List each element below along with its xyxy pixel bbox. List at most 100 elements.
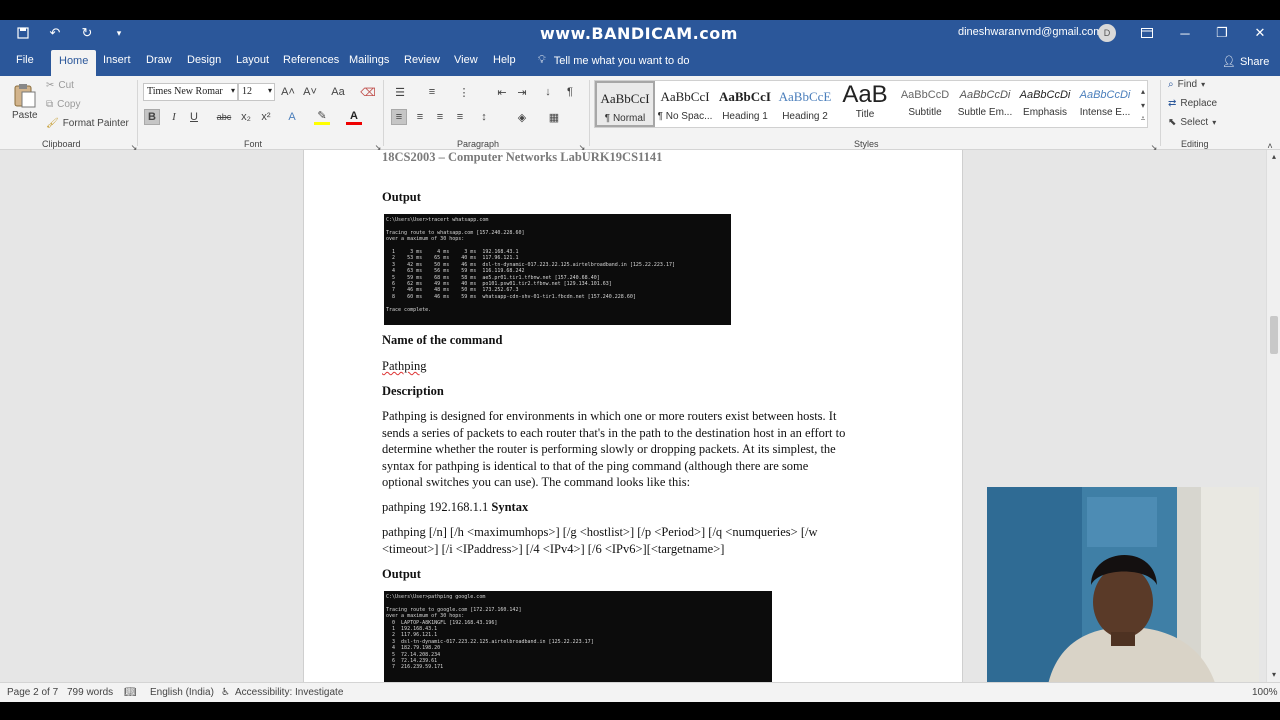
tab-review[interactable]: Review <box>404 54 440 66</box>
share-label: Share <box>1239 55 1270 68</box>
bold-icon[interactable]: B <box>144 109 160 125</box>
style-name: ¶ No Spac... <box>657 111 713 122</box>
italic-icon[interactable]: I <box>166 109 182 125</box>
word-count[interactable]: 799 words <box>67 687 113 698</box>
copy-label: Copy <box>57 99 81 110</box>
align-right-icon[interactable]: ≡ <box>432 109 448 125</box>
copy-button[interactable]: ⧉ Copy <box>46 99 81 110</box>
borders-icon[interactable]: ▦ <box>546 109 562 125</box>
find-button[interactable]: ⌕ Find ▾ <box>1168 79 1205 90</box>
font-name-value: Times New Romar <box>147 86 223 97</box>
tab-layout[interactable]: Layout <box>236 54 269 66</box>
style-no-spacing[interactable]: AaBbCcI ¶ No Spac... <box>655 81 715 127</box>
format-painter-button[interactable]: 🖌︎ Format Painter <box>46 118 129 129</box>
letterbox-top <box>0 0 1280 20</box>
close-icon[interactable]: ✕ <box>1250 24 1270 42</box>
style-name: Emphasis <box>1023 107 1067 118</box>
sort-icon[interactable]: ↓ <box>540 84 556 100</box>
style-name: Intense E... <box>1079 107 1131 118</box>
numbering-icon[interactable]: ≡ <box>424 84 440 100</box>
multilevel-list-icon[interactable]: ⋮ <box>456 84 472 100</box>
style-name: Subtitle <box>908 107 942 118</box>
change-case-icon[interactable]: Aa <box>330 84 346 100</box>
pilcrow-icon[interactable]: ¶ <box>562 84 578 100</box>
syntax-line: <timeout>] [/i <IPaddress>] [/4 <IPv4>] … <box>382 542 725 556</box>
styles-more-icon[interactable]: ⩡ <box>1135 111 1151 127</box>
tab-design[interactable]: Design <box>187 54 221 66</box>
chevron-down-icon[interactable]: ▾ <box>268 86 272 95</box>
style-preview: AaBbCcE <box>778 89 832 104</box>
tab-help[interactable]: Help <box>493 54 516 66</box>
scroll-thumb[interactable] <box>1270 316 1278 354</box>
font-name-box[interactable]: Times New Romar ▾ <box>143 83 238 101</box>
account-name[interactable]: dineshwaranvmd@gmail.com <box>958 26 1102 38</box>
document-page[interactable]: 18CS2003 – Computer Networks LabURK19CS1… <box>303 150 963 682</box>
style-heading-1[interactable]: AaBbCcI Heading 1 <box>715 81 775 127</box>
shading-icon[interactable]: ◈ <box>514 109 530 125</box>
decrease-indent-icon[interactable]: ⇤ <box>494 84 510 100</box>
superscript-icon[interactable]: x² <box>258 109 274 125</box>
proofing-icon[interactable]: 📖︎ <box>124 687 137 698</box>
style-normal[interactable]: AaBbCcI ¶ Normal <box>595 81 655 127</box>
cursor-icon: ⬉ <box>1168 117 1177 128</box>
minimize-icon[interactable]: ─ <box>1175 24 1195 42</box>
undo-icon[interactable]: ↶ <box>46 24 64 42</box>
tab-home[interactable]: Home <box>51 50 97 77</box>
tab-mailings[interactable]: Mailings <box>349 54 389 66</box>
tab-draw[interactable]: Draw <box>146 54 172 66</box>
chevron-down-icon: ▾ <box>1212 118 1217 127</box>
customize-qat-icon[interactable]: ▾ <box>110 24 128 42</box>
save-icon[interactable] <box>14 24 32 42</box>
grow-font-icon[interactable]: A˄ <box>280 84 296 100</box>
bandicam-watermark: www.BANDICAM.com <box>540 24 738 43</box>
chevron-down-icon[interactable]: ▾ <box>231 86 235 95</box>
separator <box>383 80 384 146</box>
font-size-box[interactable]: 12 ▾ <box>238 83 275 101</box>
justify-icon[interactable]: ≡ <box>452 109 468 125</box>
style-subtle-emphasis[interactable]: AaBbCcDi Subtle Em... <box>955 81 1015 127</box>
style-name: ¶ Normal <box>604 113 646 124</box>
cut-button[interactable]: ✂ Cut <box>46 80 74 91</box>
style-name: Subtle Em... <box>957 107 1013 118</box>
tab-view[interactable]: View <box>454 54 478 66</box>
font-color-icon[interactable]: A <box>346 109 362 125</box>
line-spacing-icon[interactable]: ↕ <box>476 109 492 125</box>
style-title[interactable]: AaB Title <box>835 81 895 127</box>
style-subtitle[interactable]: AaBbCcD Subtitle <box>895 81 955 127</box>
align-left-icon[interactable]: ≡ <box>391 109 407 125</box>
scroll-down-icon[interactable]: ▾ <box>1266 666 1280 682</box>
align-center-icon[interactable]: ≡ <box>412 109 428 125</box>
bullets-icon[interactable]: ☰ <box>392 84 408 100</box>
style-emphasis[interactable]: AaBbCcDi Emphasis <box>1015 81 1075 127</box>
highlight-icon[interactable]: ✎ <box>314 109 330 125</box>
strikethrough-icon[interactable]: abc <box>216 109 232 125</box>
style-intense-emphasis[interactable]: AaBbCcDi Intense E... <box>1075 81 1135 127</box>
text-effects-icon[interactable]: A <box>284 109 300 125</box>
increase-indent-icon[interactable]: ⇥ <box>514 84 530 100</box>
underline-icon[interactable]: U <box>186 109 202 125</box>
redo-icon[interactable]: ↻ <box>78 24 96 42</box>
select-button[interactable]: ⬉ Select ▾ <box>1168 117 1216 128</box>
restore-icon[interactable]: ❐ <box>1212 24 1232 42</box>
pathping-screenshot: C:\Users\User>pathping google.com Tracin… <box>384 591 772 682</box>
avatar[interactable]: D <box>1098 24 1116 42</box>
accessibility-status[interactable]: Accessibility: Investigate <box>235 687 343 698</box>
clear-formatting-icon[interactable]: ⌫ <box>360 84 376 100</box>
language[interactable]: English (India) <box>150 687 214 698</box>
share-button[interactable]: 👤︎ Share <box>1222 55 1270 69</box>
tab-references[interactable]: References <box>283 54 339 66</box>
ribbon-display-options-icon[interactable] <box>1137 24 1157 42</box>
description-line: Pathping is designed for environments in… <box>382 409 837 423</box>
tab-insert[interactable]: Insert <box>103 54 131 66</box>
style-heading-2[interactable]: AaBbCcE Heading 2 <box>775 81 835 127</box>
page-count[interactable]: Page 2 of 7 <box>7 687 58 698</box>
tell-me-box[interactable]: 💡︎ Tell me what you want to do <box>538 54 689 67</box>
paste-button[interactable]: Paste <box>12 82 38 121</box>
subscript-icon[interactable]: x₂ <box>238 109 254 125</box>
vertical-scrollbar[interactable]: ▴ ▾ <box>1266 150 1280 682</box>
zoom-level[interactable]: 100% <box>1252 687 1278 698</box>
tab-file[interactable]: File <box>16 54 34 66</box>
scroll-up-icon[interactable]: ▴ <box>1266 148 1280 164</box>
shrink-font-icon[interactable]: A˅ <box>302 84 318 100</box>
replace-button[interactable]: ⇄ Replace <box>1168 98 1217 109</box>
